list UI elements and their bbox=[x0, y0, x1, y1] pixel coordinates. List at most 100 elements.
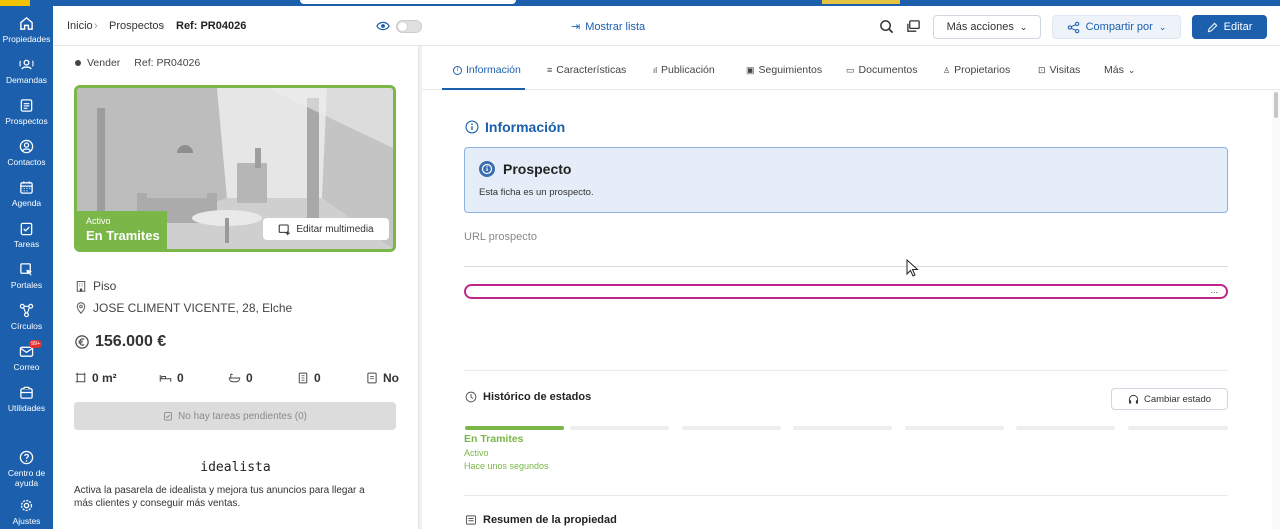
status-dot-icon bbox=[75, 60, 81, 66]
calendar-icon bbox=[20, 181, 33, 194]
document-icon bbox=[367, 372, 377, 384]
url-prospect-label: URL prospecto bbox=[464, 231, 537, 243]
floor-icon bbox=[298, 372, 308, 384]
folder-icon: ▭ bbox=[846, 64, 855, 75]
sidebar-item-portales[interactable]: Portales bbox=[0, 262, 53, 290]
tab-documentos[interactable]: ▭ Documentos bbox=[846, 64, 917, 76]
show-list-link[interactable]: ⇥ Mostrar lista bbox=[571, 20, 645, 34]
headset-icon bbox=[1128, 394, 1139, 404]
sidebar-item-correo[interactable]: Correo 99+ bbox=[0, 340, 53, 372]
tab-caracteristicas[interactable]: ≡ Características bbox=[547, 64, 626, 76]
history-substate: Activo bbox=[464, 448, 489, 458]
breadcrumb-inicio[interactable]: Inicio bbox=[67, 20, 93, 32]
demand-icon bbox=[19, 59, 34, 70]
breadcrumb-prospectos[interactable]: Prospectos bbox=[109, 20, 164, 32]
circles-icon bbox=[19, 303, 34, 318]
portal-promo-text: Activa la pasarela de idealista y mejora… bbox=[74, 485, 365, 509]
tab-informacion[interactable]: i Información bbox=[453, 64, 521, 76]
url-prospect-input[interactable]: ... bbox=[464, 284, 1228, 299]
portal-logo: idealista bbox=[200, 460, 271, 475]
history-icon bbox=[465, 391, 477, 403]
state-step bbox=[1128, 426, 1228, 430]
url-underline bbox=[464, 266, 1228, 267]
sidebar-item-demandas[interactable]: Demandas bbox=[0, 57, 53, 85]
tab-seguimientos[interactable]: ▣ Seguimientos bbox=[746, 64, 822, 76]
mouse-cursor-icon bbox=[906, 259, 919, 277]
feature-bedrooms: 0 bbox=[159, 371, 184, 385]
edit-media-button[interactable]: Editar multimedia bbox=[263, 218, 389, 240]
eye-icon[interactable] bbox=[376, 20, 390, 32]
property-price: 156.000 € bbox=[75, 333, 166, 351]
state-step bbox=[1016, 426, 1115, 430]
sidebar-item-tareas[interactable]: Tareas bbox=[0, 221, 53, 249]
active-tab-indicator bbox=[442, 88, 525, 90]
euro-icon bbox=[75, 335, 89, 349]
calendar-icon: ▣ bbox=[746, 64, 755, 75]
property-address: JOSE CLIMENT VICENTE, 28, Elche bbox=[75, 301, 292, 315]
search-icon[interactable] bbox=[879, 19, 894, 34]
sidebar-item-utilidades[interactable]: Utilidades bbox=[0, 385, 53, 413]
history-title: Histórico de estados bbox=[465, 391, 591, 403]
section-divider bbox=[464, 370, 1228, 371]
sidebar-item-prospectos[interactable]: Prospectos bbox=[0, 98, 53, 126]
visits-icon: ⊡ bbox=[1038, 64, 1046, 75]
section-divider bbox=[464, 495, 1228, 496]
history-time: Hace unos segundos bbox=[464, 461, 549, 471]
status-label: Activo En Tramites bbox=[77, 211, 167, 249]
url-more-dots[interactable]: ... bbox=[1210, 285, 1218, 295]
info-icon bbox=[465, 120, 479, 134]
prospect-title: Prospecto bbox=[479, 161, 571, 177]
property-operation: Vender Ref: PR04026 bbox=[75, 57, 200, 69]
visibility-toggle[interactable] bbox=[396, 20, 422, 33]
tasks-icon bbox=[164, 412, 172, 421]
add-media-icon bbox=[279, 224, 291, 235]
utilities-icon bbox=[20, 386, 33, 399]
sidebar: Propiedades Demandas Prospectos Contacto… bbox=[0, 6, 53, 529]
property-photo[interactable]: Activo En Tramites Editar multimedia bbox=[74, 85, 396, 252]
help-icon bbox=[19, 450, 34, 465]
pencil-icon bbox=[1207, 22, 1217, 32]
sidebar-item-agenda[interactable]: Agenda bbox=[0, 180, 53, 208]
property-summary-panel: Vender Ref: PR04026 Activo En Tramites E… bbox=[53, 46, 418, 529]
state-step bbox=[793, 426, 892, 430]
list-icon: ≡ bbox=[547, 65, 553, 75]
sidebar-item-propiedades[interactable]: Propiedades bbox=[0, 16, 53, 44]
building-icon bbox=[76, 281, 86, 292]
settings-icon bbox=[20, 499, 33, 512]
sidebar-item-ajustes[interactable]: Ajustes bbox=[0, 498, 53, 526]
property-type: Piso bbox=[75, 279, 116, 293]
more-actions-button[interactable]: Más acciones ⌄ bbox=[933, 15, 1041, 39]
summary-title: Resumen de la propiedad bbox=[465, 514, 617, 526]
scrollbar-thumb[interactable] bbox=[1274, 92, 1278, 118]
feature-bathrooms: 0 bbox=[228, 371, 253, 385]
tab-publicacion[interactable]: ıl Publicación bbox=[653, 64, 715, 76]
pending-tasks-button[interactable]: No hay tareas pendientes (0) bbox=[74, 402, 396, 430]
mail-badge: 99+ bbox=[29, 340, 43, 348]
state-step bbox=[570, 426, 669, 430]
prospect-icon bbox=[20, 99, 33, 112]
info-icon: i bbox=[453, 65, 462, 75]
tab-visitas[interactable]: ⊡ Visitas bbox=[1038, 64, 1080, 76]
area-icon bbox=[75, 372, 86, 383]
bed-icon bbox=[159, 375, 172, 382]
share-button[interactable]: Compartir por ⌄ bbox=[1052, 15, 1181, 39]
information-section-title: Información bbox=[465, 119, 565, 135]
share-icon bbox=[1067, 21, 1079, 33]
sidebar-item-circulos[interactable]: Círculos bbox=[0, 303, 53, 331]
state-step bbox=[682, 426, 781, 430]
edit-button[interactable]: Editar bbox=[1192, 15, 1267, 39]
tab-propietarios[interactable]: ♙ Propietarios bbox=[943, 64, 1010, 76]
breadcrumb-separator: › bbox=[94, 20, 98, 32]
sidebar-item-contactos[interactable]: Contactos bbox=[0, 139, 53, 167]
prospect-notice: Prospecto Esta ficha es un prospecto. bbox=[464, 147, 1228, 213]
tab-mas[interactable]: Más ⌄ bbox=[1104, 64, 1135, 76]
bathtub-icon bbox=[228, 373, 241, 383]
scrollbar-track[interactable] bbox=[1272, 90, 1280, 529]
change-state-button[interactable]: Cambiar estado bbox=[1111, 388, 1228, 410]
history-state: En Tramites bbox=[464, 433, 524, 445]
property-detail-panel: i Información ≡ Características ıl Publi… bbox=[422, 46, 1280, 529]
state-step-active bbox=[465, 426, 564, 430]
windows-icon[interactable] bbox=[906, 19, 921, 34]
sidebar-item-centro-de-ayuda[interactable]: Centro de ayuda bbox=[0, 450, 53, 488]
info-icon bbox=[479, 161, 495, 177]
